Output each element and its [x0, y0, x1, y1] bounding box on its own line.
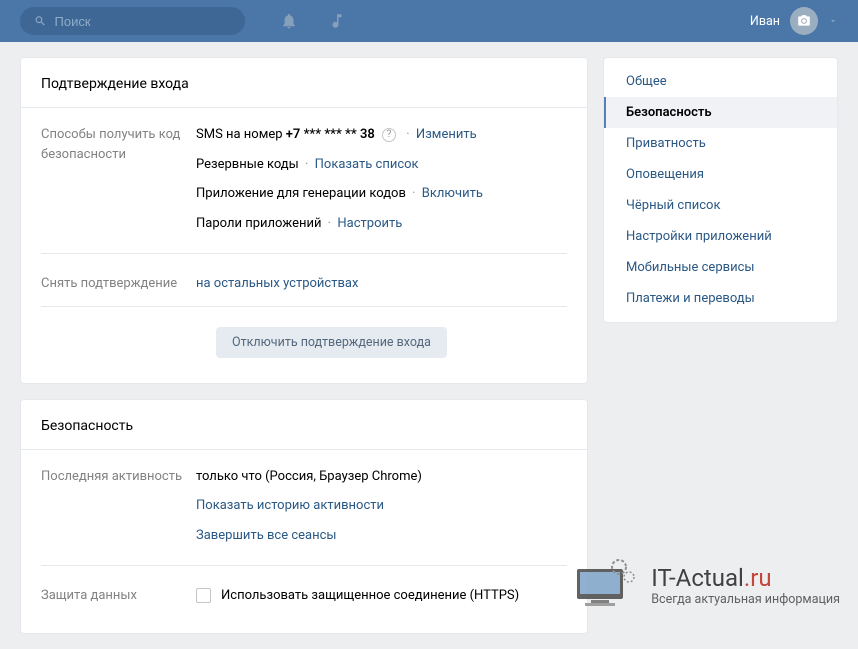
show-history-link[interactable]: Показать историю активности [196, 498, 384, 513]
sidebar-item-payments[interactable]: Платежи и переводы [604, 283, 837, 314]
avatar [790, 7, 818, 35]
show-list-link[interactable]: Показать список [315, 157, 419, 172]
sidebar-item-general[interactable]: Общее [604, 66, 837, 97]
checkbox-box [196, 588, 211, 603]
card-login-confirmation: Подтверждение входа Способы получить код… [20, 57, 588, 384]
search-icon [34, 14, 47, 28]
configure-link[interactable]: Настроить [337, 216, 402, 231]
methods-label: Способы получить код безопасности [41, 125, 196, 233]
end-sessions-link[interactable]: Завершить все сеансы [196, 528, 337, 543]
user-menu[interactable]: Иван [750, 7, 838, 35]
chevron-down-icon [828, 16, 838, 26]
revoke-label: Снять подтверждение [41, 274, 196, 294]
sidebar-item-security[interactable]: Безопасность [604, 97, 837, 128]
change-number-link[interactable]: Изменить [416, 127, 477, 142]
last-activity-value: только что (Россия, Браузер Chrome) [196, 467, 567, 487]
search-input[interactable] [55, 14, 231, 29]
user-name: Иван [750, 14, 780, 29]
camera-icon [797, 14, 811, 28]
topbar: Иван [0, 0, 858, 42]
sidebar-item-mobile[interactable]: Мобильные сервисы [604, 252, 837, 283]
app-passwords-line: Пароли приложений · Настроить [196, 214, 567, 234]
enable-app-link[interactable]: Включить [422, 186, 483, 201]
card-title: Безопасность [21, 400, 587, 450]
sms-line: SMS на номер +7 *** *** ** 38 ? · Измени… [196, 125, 567, 145]
sidebar-item-blacklist[interactable]: Чёрный список [604, 190, 837, 221]
bell-icon[interactable] [280, 12, 298, 30]
disable-confirmation-button[interactable]: Отключить подтверждение входа [216, 327, 447, 358]
https-label: Использовать защищенное соединение (HTTP… [221, 586, 519, 606]
music-icon[interactable] [328, 12, 346, 30]
top-icons [280, 12, 346, 30]
search-wrap[interactable] [20, 7, 245, 35]
help-icon[interactable]: ? [382, 128, 396, 142]
settings-sidebar: Общее Безопасность Приватность Оповещени… [603, 57, 838, 323]
sidebar-item-notifications[interactable]: Оповещения [604, 159, 837, 190]
last-activity-label: Последняя активность [41, 467, 196, 546]
https-checkbox[interactable]: Использовать защищенное соединение (HTTP… [196, 586, 519, 606]
card-title: Подтверждение входа [21, 58, 587, 108]
backup-codes-line: Резервные коды · Показать список [196, 155, 567, 175]
codegen-app-line: Приложение для генерации кодов · Включит… [196, 184, 567, 204]
card-security: Безопасность Последняя активность только… [20, 399, 588, 634]
sidebar-item-app-settings[interactable]: Настройки приложений [604, 221, 837, 252]
revoke-other-devices-link[interactable]: на остальных устройствах [196, 276, 358, 291]
data-protection-label: Защита данных [41, 586, 196, 610]
sidebar-item-privacy[interactable]: Приватность [604, 128, 837, 159]
